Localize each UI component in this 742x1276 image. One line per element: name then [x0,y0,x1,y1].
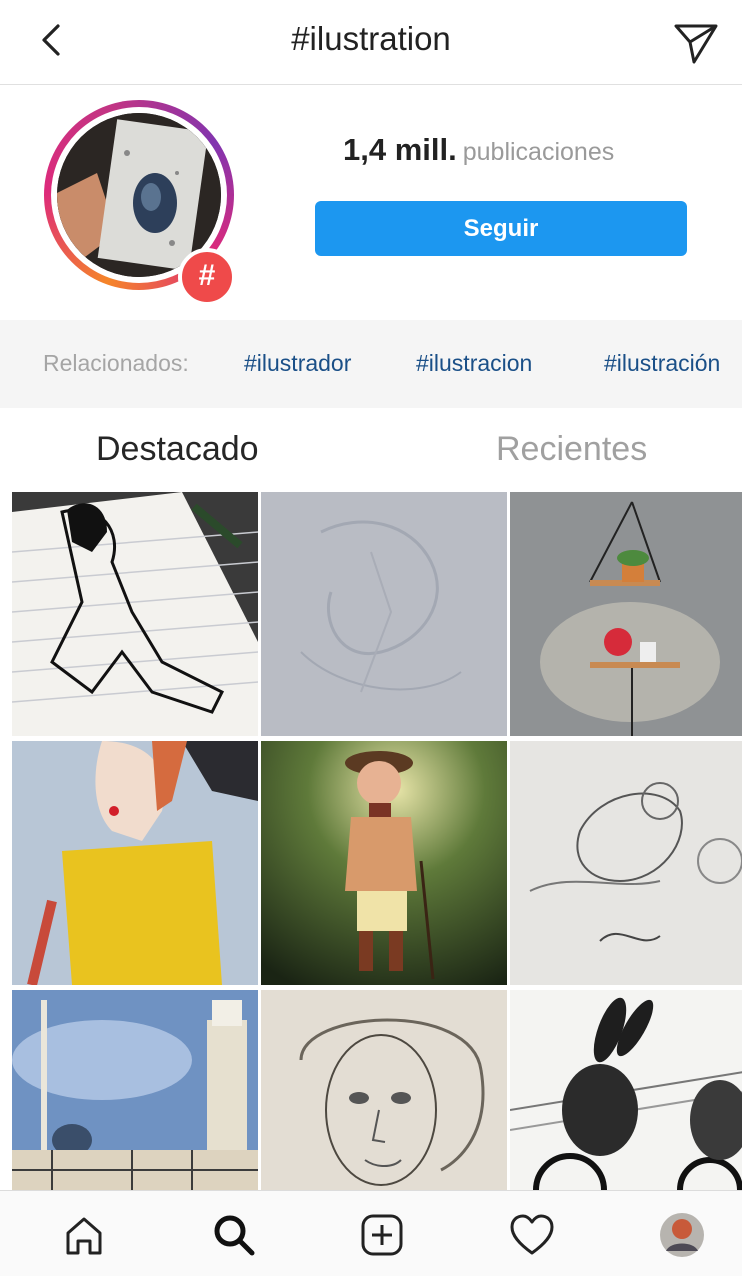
post-count-value: 1,4 mill. [343,132,457,167]
post-count-label: publicaciones [462,138,615,166]
add-post-icon[interactable] [358,1211,406,1259]
page-title: #ilustration [291,20,451,57]
grid-post[interactable] [261,741,507,985]
grid-post[interactable] [12,741,258,985]
tab-destacado[interactable]: Destacado [96,430,259,469]
search-icon[interactable] [210,1211,258,1259]
grid-post[interactable] [510,492,742,736]
follow-button[interactable]: Seguir [315,201,687,256]
bottom-navigation-bar [0,1190,742,1276]
feed-tabs: Destacado Recientes [0,408,742,490]
top-navigation-bar: #ilustration [0,0,742,85]
related-label: Relacionados: [43,350,189,376]
grid-post[interactable] [12,492,258,736]
heart-icon[interactable] [508,1211,556,1259]
grid-post[interactable] [261,492,507,736]
direct-message-icon[interactable] [670,18,722,68]
related-tag-ilustracion[interactable]: #ilustracion [416,350,532,377]
grid-post[interactable] [510,741,742,985]
related-hashtags-bar: Relacionados: #ilustrador #ilustracion #… [0,320,742,408]
profile-avatar[interactable] [658,1211,706,1259]
tab-recientes[interactable]: Recientes [496,430,647,469]
post-grid [0,490,742,1234]
home-icon[interactable] [60,1211,108,1259]
related-tag-ilustrador[interactable]: #ilustrador [244,350,351,377]
related-tag-ilustracion-accent[interactable]: #ilustración [604,350,720,377]
post-count: 1,4 mill. publicaciones [343,132,614,168]
hashtag-badge-icon: # [178,248,236,306]
